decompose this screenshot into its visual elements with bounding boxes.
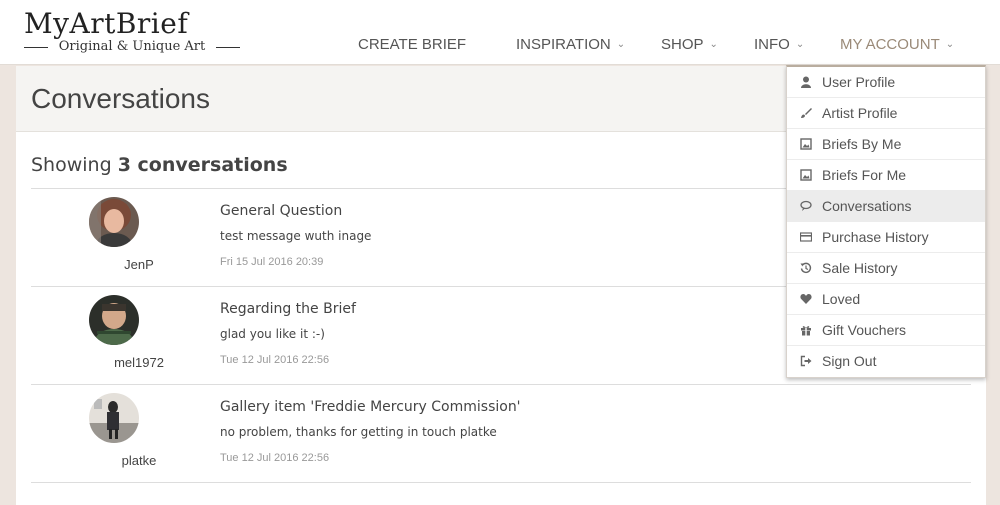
gift-icon (800, 324, 812, 336)
conversation-message: no problem, thanks for getting in touch … (220, 425, 497, 439)
conversation-subject[interactable]: General Question (220, 203, 371, 219)
menu-item-label: Sign Out (822, 353, 877, 369)
chevron-down-icon: ⌄ (616, 39, 626, 50)
menu-item-label: Artist Profile (822, 105, 898, 121)
conversation-date: Fri 15 Jul 2016 20:39 (220, 256, 324, 268)
user-name[interactable]: platke (79, 453, 199, 468)
menu-item-label: Briefs By Me (822, 136, 902, 152)
page-title: Conversations (31, 83, 210, 114)
avatar[interactable] (89, 393, 139, 443)
main-nav: CREATE BRIEF INSPIRATION ⌄ SHOP ⌄ INFO ⌄ MY… (0, 36, 1000, 56)
conversation-date: Tue 12 Jul 2016 22:56 (220, 452, 330, 464)
nav-shop[interactable]: SHOP ⌄ (661, 36, 718, 53)
conversation-body: Regarding the Brief glad you like it :-)… (220, 301, 356, 366)
chevron-down-icon: ⌄ (945, 39, 955, 50)
history-icon (800, 262, 812, 274)
conversation-subject[interactable]: Regarding the Brief (220, 301, 356, 317)
picture-icon (800, 138, 812, 150)
picture-icon (800, 169, 812, 181)
nav-my-account-label: MY ACCOUNT (840, 36, 940, 53)
avatar[interactable] (89, 295, 139, 345)
nav-shop-label: SHOP (661, 36, 704, 53)
menu-item-label: Conversations (822, 198, 912, 214)
menu-item-sale-history[interactable]: Sale History (787, 253, 985, 284)
menu-item-label: Gift Vouchers (822, 322, 907, 338)
menu-item-loved[interactable]: Loved (787, 284, 985, 315)
conversation-message: test message wuth inage (220, 229, 372, 243)
list-divider (31, 482, 971, 483)
avatar[interactable] (89, 197, 139, 247)
menu-item-gift-vouchers[interactable]: Gift Vouchers (787, 315, 985, 346)
menu-item-briefs-by-me[interactable]: Briefs By Me (787, 129, 985, 160)
menu-item-label: Briefs For Me (822, 167, 907, 183)
chevron-down-icon: ⌄ (709, 39, 718, 50)
conversation-item[interactable]: platke Gallery item 'Freddie Mercury Com… (31, 384, 971, 482)
menu-item-purchase-history[interactable]: Purchase History (787, 222, 985, 253)
conversation-body: Gallery item 'Freddie Mercury Commission… (220, 399, 521, 464)
conversation-subject[interactable]: Gallery item 'Freddie Mercury Commission… (220, 399, 521, 415)
showing-prefix: Showing (31, 154, 112, 176)
menu-item-label: Loved (822, 291, 861, 307)
credit-card-icon (800, 231, 812, 243)
menu-item-sign-out[interactable]: Sign Out (787, 346, 985, 377)
nav-inspiration-label: INSPIRATION (516, 36, 611, 53)
menu-item-label: Purchase History (822, 229, 929, 245)
nav-my-account[interactable]: MY ACCOUNT ⌄ (840, 36, 954, 53)
avatar-wrap: mel1972 (89, 295, 164, 370)
brush-icon (800, 107, 812, 119)
user-name[interactable]: JenP (79, 257, 199, 272)
conversation-body: General Question test message wuth inage… (220, 203, 371, 268)
menu-item-user-profile[interactable]: User Profile (787, 67, 985, 98)
nav-inspiration[interactable]: INSPIRATION ⌄ (516, 36, 625, 53)
account-dropdown-menu: User Profile Artist Profile Briefs By Me… (786, 65, 986, 378)
site-header: MyArtBrief Original & Unique Art CREATE … (0, 0, 1000, 65)
nav-info[interactable]: INFO ⌄ (754, 36, 804, 53)
user-icon (800, 76, 812, 88)
conversation-count: Showing 3 conversations (31, 154, 288, 176)
menu-item-label: Sale History (822, 260, 898, 276)
sign-out-icon (800, 355, 812, 367)
conversation-date: Tue 12 Jul 2016 22:56 (220, 354, 330, 366)
menu-item-briefs-for-me[interactable]: Briefs For Me (787, 160, 985, 191)
conversation-message: glad you like it :-) (220, 327, 325, 341)
avatar-wrap: JenP (89, 197, 154, 272)
showing-count: 3 conversations (117, 154, 288, 176)
menu-item-label: User Profile (822, 74, 896, 90)
chevron-down-icon: ⌄ (795, 39, 805, 50)
menu-item-conversations[interactable]: Conversations (787, 191, 985, 222)
avatar-wrap: platke (89, 393, 156, 468)
nav-create-brief-label: CREATE BRIEF (358, 36, 467, 53)
heart-icon (800, 293, 812, 305)
menu-item-artist-profile[interactable]: Artist Profile (787, 98, 985, 129)
nav-create-brief[interactable]: CREATE BRIEF (358, 36, 466, 53)
nav-info-label: INFO (754, 36, 790, 53)
chat-icon (800, 200, 812, 212)
user-name[interactable]: mel1972 (79, 355, 199, 370)
